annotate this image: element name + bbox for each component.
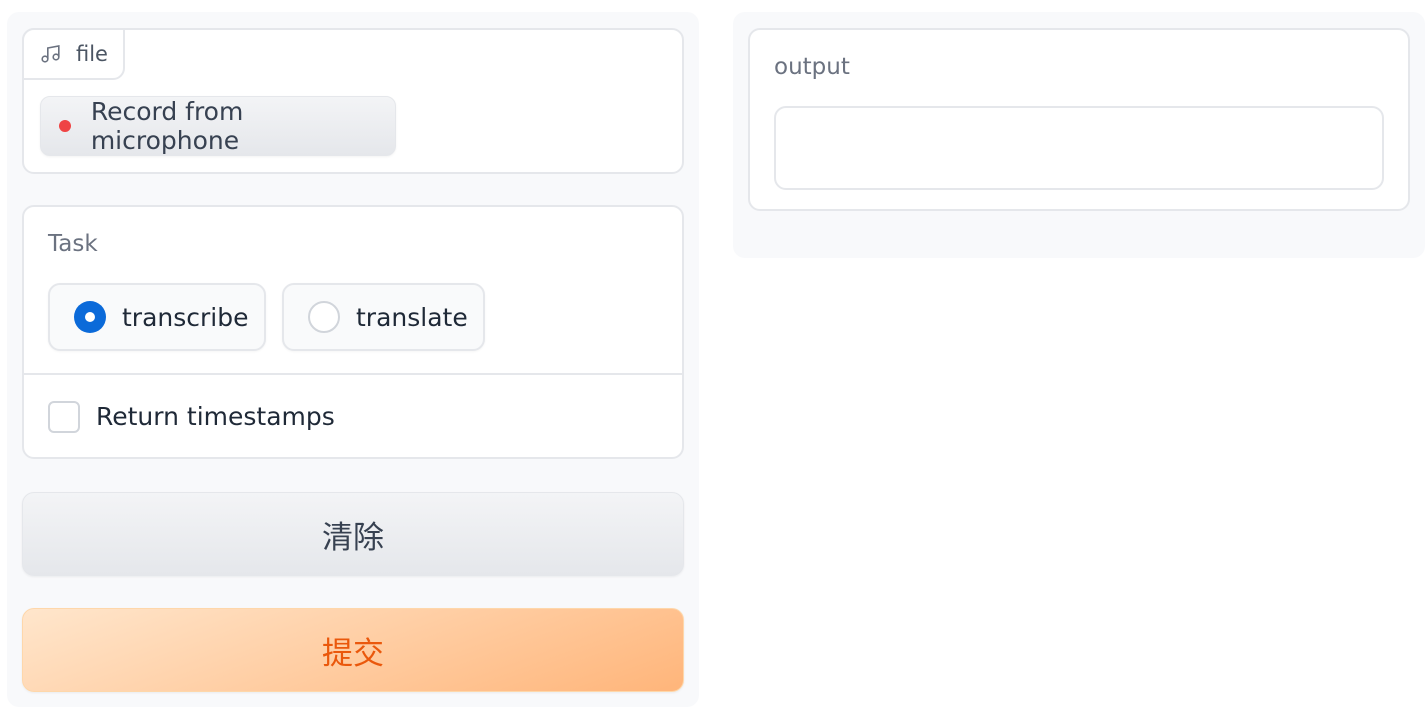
- output-label: output: [774, 54, 850, 80]
- clear-button[interactable]: 清除: [22, 492, 684, 576]
- output-textbox[interactable]: [774, 106, 1384, 190]
- radio-option-translate[interactable]: translate: [282, 283, 485, 351]
- audio-input-panel: file Record from microphone: [22, 28, 684, 174]
- submit-button[interactable]: 提交: [22, 608, 684, 692]
- file-source-tab[interactable]: file: [22, 28, 125, 80]
- radio-option-label: translate: [356, 302, 468, 332]
- radio-checked-icon[interactable]: [74, 301, 106, 333]
- divider: [24, 373, 682, 375]
- output-panel: output: [748, 28, 1410, 211]
- record-from-microphone-button[interactable]: Record from microphone: [40, 96, 396, 156]
- record-button-label: Record from microphone: [90, 97, 244, 155]
- music-note-icon: [40, 43, 62, 65]
- task-panel: Task transcribe translate Return timesta…: [22, 205, 684, 459]
- radio-option-label: transcribe: [122, 302, 249, 332]
- radio-unchecked-icon[interactable]: [308, 301, 340, 333]
- task-label: Task: [48, 231, 98, 257]
- output-column: output: [733, 12, 1425, 258]
- return-timestamps-label[interactable]: Return timestamps: [96, 401, 335, 433]
- input-column: file Record from microphone Task transcr…: [7, 12, 699, 707]
- radio-option-transcribe[interactable]: transcribe: [48, 283, 266, 351]
- return-timestamps-checkbox[interactable]: [48, 401, 80, 433]
- record-dot-icon: [59, 120, 71, 132]
- file-tab-label: file: [76, 42, 108, 66]
